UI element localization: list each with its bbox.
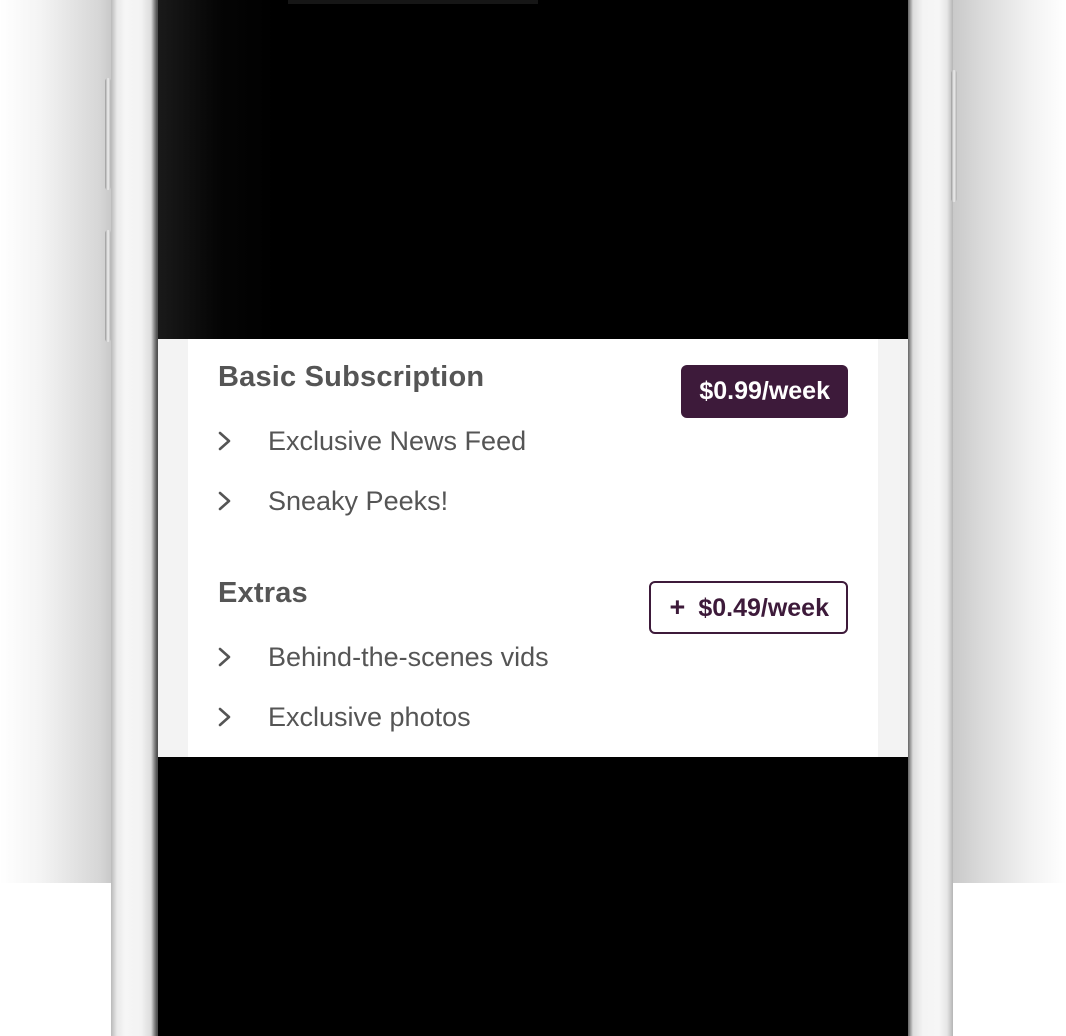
chevron-right-icon — [218, 647, 231, 667]
feature-item-sneaky-peeks: Sneaky Peeks! — [218, 483, 638, 519]
extras-title: Extras — [218, 577, 308, 609]
feature-label: Sneaky Peeks! — [268, 486, 449, 516]
add-extras-price: $0.49/week — [698, 594, 829, 622]
feature-item-news-feed: Exclusive News Feed — [218, 423, 638, 459]
basic-price-badge[interactable]: $0.99/week — [681, 365, 848, 418]
feature-label: Exclusive photos — [268, 702, 471, 732]
volume-down-button — [105, 230, 111, 342]
power-button — [951, 70, 957, 202]
chevron-right-icon — [218, 707, 231, 727]
feature-item-behind-the-scenes: Behind-the-scenes vids — [218, 639, 638, 675]
feature-label: Behind-the-scenes vids — [268, 642, 549, 672]
plus-icon: + — [669, 592, 686, 622]
add-extras-button[interactable]: + $0.49/week — [648, 581, 848, 634]
lower-screen-area — [158, 757, 908, 1036]
chevron-right-icon — [218, 431, 231, 451]
volume-up-button — [105, 78, 111, 190]
phone-screen: Basic Subscription $0.99/week Exclusive … — [158, 0, 908, 1036]
feature-item-exclusive-photos: Exclusive photos — [218, 699, 638, 735]
subscription-card: Basic Subscription $0.99/week Exclusive … — [188, 339, 878, 757]
chevron-right-icon — [218, 491, 231, 511]
video-area[interactable] — [158, 0, 908, 339]
basic-subscription-title: Basic Subscription — [218, 361, 485, 393]
screenshot-stage: Basic Subscription $0.99/week Exclusive … — [0, 0, 1066, 1036]
feature-label: Exclusive News Feed — [268, 426, 527, 456]
video-top-strip — [288, 0, 538, 4]
